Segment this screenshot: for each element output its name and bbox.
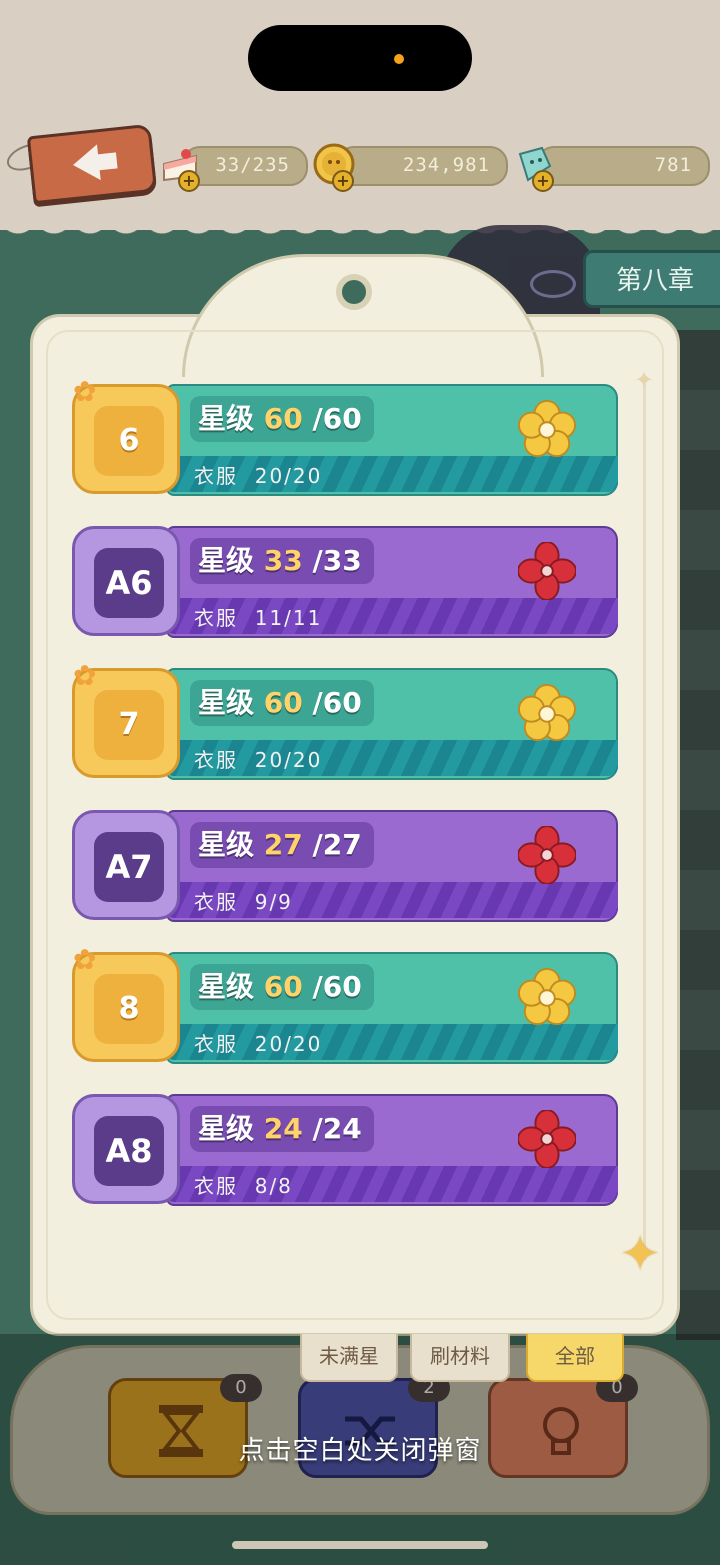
clothes-progress: 衣服 8/8 [194, 1174, 293, 1198]
back-button[interactable] [26, 123, 158, 205]
star-progress: 星级 24 /24 [190, 1106, 374, 1152]
tab-all[interactable]: 全部 [526, 1334, 624, 1382]
eye-icon [530, 270, 576, 298]
cake-counter[interactable]: + 33/235 [163, 146, 308, 192]
close-popup-hint: 点击空白处关闭弹窗 [238, 1436, 482, 1466]
header-wave-edge [0, 215, 720, 245]
level-row[interactable]: ✿ 7 星级 60 /60 衣服 20/20 [70, 661, 620, 786]
clothes-progress: 衣服 20/20 [194, 1032, 323, 1056]
red-flower-icon [518, 826, 576, 884]
filter-tabs: 未满星 刷材料 全部 [0, 1334, 720, 1384]
scroll-thumb-star-icon[interactable]: ✦ [620, 1226, 660, 1282]
flower-corner-icon: ✿ [73, 659, 97, 692]
gem-counter[interactable]: + 781 [518, 146, 710, 192]
scroll-track[interactable] [643, 380, 646, 1260]
level-badge: ✿ 7 [72, 661, 180, 778]
clothes-progress: 衣服 11/11 [194, 606, 323, 630]
yellow-flower-icon [518, 400, 576, 458]
chapter-tab[interactable]: 第八章 [583, 250, 720, 308]
clothes-progress: 衣服 20/20 [194, 464, 323, 488]
level-row[interactable]: A7 星级 27 /27 衣服 9/9 [70, 806, 620, 928]
level-number: A7 [94, 832, 164, 902]
level-badge: A7 [72, 810, 180, 920]
yellow-flower-icon [518, 684, 576, 742]
coin-counter[interactable]: + 234,981 [313, 143, 508, 192]
flower-corner-icon: ✿ [73, 375, 97, 408]
background-level-strip [676, 330, 720, 1340]
sparkle-icon: ✦ [634, 366, 655, 394]
add-coin-button[interactable]: + [332, 170, 354, 192]
camera-notch [248, 25, 472, 91]
star-progress: 星级 27 /27 [190, 822, 374, 868]
star-progress: 星级 33 /33 [190, 538, 374, 584]
tab-farm-materials[interactable]: 刷材料 [410, 1334, 510, 1382]
level-number: A6 [94, 548, 164, 618]
level-badge: ✿ 6 [72, 377, 180, 494]
camera-indicator-dot [394, 54, 404, 64]
star-progress: 星级 60 /60 [190, 396, 374, 442]
level-badge: A6 [72, 526, 180, 636]
star-progress: 星级 60 /60 [190, 680, 374, 726]
level-number: A8 [94, 1116, 164, 1186]
level-number: 6 [94, 406, 164, 476]
cake-count: 33/235 [215, 154, 290, 176]
level-badge: A8 [72, 1094, 180, 1204]
tab-not-full-stars[interactable]: 未满星 [300, 1334, 398, 1382]
level-badge: ✿ 8 [72, 945, 180, 1062]
red-flower-icon [518, 542, 576, 600]
gem-count: 781 [654, 154, 692, 176]
add-gem-button[interactable]: + [532, 170, 554, 192]
level-row[interactable]: ✿ 8 星级 60 /60 衣服 20/20 [70, 945, 620, 1070]
panel-hang-hole [336, 274, 372, 310]
add-cake-button[interactable]: + [178, 170, 200, 192]
level-row[interactable]: ✿ 6 星级 60 /60 衣服 20/20 [70, 377, 620, 502]
level-row[interactable]: A6 星级 33 /33 衣服 11/11 [70, 522, 620, 644]
yellow-flower-icon [518, 968, 576, 1026]
level-number: 8 [94, 974, 164, 1044]
clothes-progress: 衣服 20/20 [194, 748, 323, 772]
level-number: 7 [94, 690, 164, 760]
clothes-progress: 衣服 9/9 [194, 890, 293, 914]
flower-corner-icon: ✿ [73, 943, 97, 976]
coin-count: 234,981 [402, 154, 490, 176]
red-flower-icon [518, 1110, 576, 1168]
home-indicator[interactable] [232, 1541, 488, 1549]
star-progress: 星级 60 /60 [190, 964, 374, 1010]
level-row[interactable]: A8 星级 24 /24 衣服 8/8 [70, 1090, 620, 1212]
